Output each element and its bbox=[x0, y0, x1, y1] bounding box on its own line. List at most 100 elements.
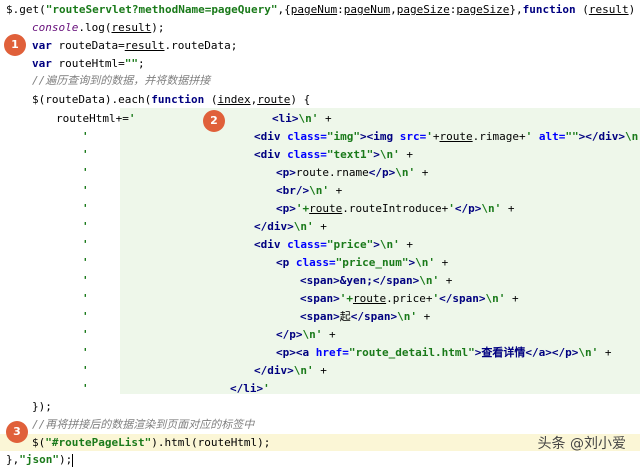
code-line-19-quote: ' bbox=[82, 326, 89, 343]
code-line-21[interactable]: </div>\n' + bbox=[254, 362, 327, 379]
code-line-2[interactable]: console.log(result); bbox=[32, 19, 164, 36]
token: .routeData; bbox=[164, 39, 238, 52]
token: >查看详情</a> bbox=[474, 346, 552, 359]
code-line-7[interactable]: routeHtml+=' bbox=[56, 110, 135, 127]
token: .routeIntroduce+ bbox=[342, 202, 449, 215]
token: .price+ bbox=[386, 292, 433, 305]
token: \n' bbox=[481, 202, 502, 215]
token: function bbox=[151, 93, 205, 106]
code-line-5[interactable]: //遍历查询到的数据，并将数据拼接 bbox=[32, 72, 210, 89]
token: function bbox=[522, 3, 576, 16]
token: route bbox=[309, 202, 343, 215]
code-line-11[interactable]: <br/>\n' + bbox=[276, 182, 342, 199]
token: \n' bbox=[419, 274, 440, 287]
token: ' bbox=[82, 202, 89, 215]
token: class= bbox=[287, 130, 327, 143]
token: \n' bbox=[293, 364, 314, 377]
token: }, bbox=[6, 453, 20, 466]
token: ( bbox=[575, 3, 589, 16]
code-line-10[interactable]: <p>route.rname</p>\n' + bbox=[276, 164, 428, 181]
token: pageSize bbox=[396, 3, 450, 16]
token: "#routePageList" bbox=[45, 436, 152, 449]
token: ' bbox=[82, 220, 89, 233]
token: '+ bbox=[295, 202, 310, 215]
token: class= bbox=[287, 148, 327, 161]
code-line-20[interactable]: <p><a href="route_detail.html">查看详情</a><… bbox=[276, 344, 611, 361]
token: ' bbox=[82, 292, 89, 305]
token: ' bbox=[128, 112, 136, 125]
code-line-3[interactable]: var routeData=result.routeData; bbox=[32, 37, 237, 54]
code-editor[interactable]: $.get("routeServlet?methodName=pageQuery… bbox=[0, 0, 640, 467]
code-line-18[interactable]: <span>起</span>\n' + bbox=[300, 308, 430, 325]
token: \n' bbox=[415, 256, 435, 269]
token: \n' bbox=[485, 292, 506, 305]
token: ' bbox=[82, 256, 89, 269]
token: ' bbox=[426, 130, 433, 143]
code-line-8[interactable]: <div class="img"><img src='+route.rimage… bbox=[254, 128, 640, 145]
token: ' bbox=[82, 130, 89, 143]
token: ) { bbox=[628, 3, 636, 16]
code-line-9-quote: ' bbox=[82, 146, 89, 163]
code-line-15[interactable]: <p class="price_num">\n' + bbox=[276, 254, 448, 271]
code-line-1[interactable]: $.get("routeServlet?methodName=pageQuery… bbox=[6, 1, 640, 18]
code-line-9[interactable]: <div class="text1">\n' + bbox=[254, 146, 413, 163]
code-line-23[interactable]: }); bbox=[32, 398, 52, 415]
token: </div> bbox=[254, 220, 294, 233]
token: src= bbox=[399, 130, 427, 143]
code-line-14-quote: ' bbox=[82, 236, 89, 253]
token: ' bbox=[82, 184, 89, 197]
token: \n' bbox=[293, 220, 314, 233]
token: \n' bbox=[578, 346, 599, 359]
token: \n' bbox=[395, 166, 416, 179]
token: </p> bbox=[454, 202, 482, 215]
step-badge-3: 3 bbox=[6, 421, 28, 443]
token: <a bbox=[295, 346, 316, 359]
token: $.get( bbox=[6, 3, 46, 16]
token: \n' bbox=[379, 238, 400, 251]
code-line-6[interactable]: $(routeData).each(function (index,route)… bbox=[32, 91, 310, 108]
token: "" bbox=[565, 130, 579, 143]
token: <div bbox=[254, 238, 288, 251]
code-line-4[interactable]: var routeHtml=""; bbox=[32, 55, 145, 72]
code-line-24[interactable]: //再将拼接后的数据渲染到页面对应的标签中 bbox=[32, 416, 254, 433]
code-line-7-html[interactable]: <li>\n' + bbox=[272, 110, 332, 127]
code-line-19[interactable]: </p>\n' + bbox=[276, 326, 336, 343]
code-line-17[interactable]: <span>'+route.price+'</span>\n' + bbox=[300, 290, 519, 307]
token: ' bbox=[82, 382, 89, 395]
token: <div bbox=[254, 130, 288, 143]
code-line-22-quote: ' bbox=[82, 380, 89, 397]
token: + bbox=[439, 274, 453, 287]
code-line-13[interactable]: </div>\n' + bbox=[254, 218, 327, 235]
code-line-26[interactable]: },"json"); bbox=[6, 451, 74, 468]
watermark: 头条 @刘小爱 bbox=[537, 436, 626, 452]
token: + bbox=[501, 202, 515, 215]
token: routeData= bbox=[51, 39, 125, 52]
token: + bbox=[416, 310, 431, 323]
token: pageNum bbox=[290, 3, 338, 16]
token: > bbox=[373, 238, 380, 251]
token: class= bbox=[295, 256, 336, 269]
token: }, bbox=[509, 3, 523, 16]
code-line-22[interactable]: </li>' bbox=[230, 380, 270, 397]
token: ) { bbox=[290, 93, 311, 106]
token: ( bbox=[204, 93, 218, 106]
token: ' bbox=[525, 130, 539, 143]
token: ; bbox=[137, 57, 145, 70]
token: "price" bbox=[326, 238, 374, 251]
token: ' bbox=[448, 202, 455, 215]
token: ' bbox=[263, 382, 270, 395]
token: .rimage+ bbox=[472, 130, 526, 143]
token: <p> bbox=[276, 166, 296, 179]
token: + bbox=[598, 346, 612, 359]
token: + bbox=[399, 238, 413, 251]
token: ' bbox=[82, 346, 89, 359]
token: "route_detail.html" bbox=[348, 346, 475, 359]
code-line-14[interactable]: <div class="price">\n' + bbox=[254, 236, 413, 253]
token: <p> bbox=[276, 346, 296, 359]
token: ); bbox=[59, 453, 73, 466]
code-line-16[interactable]: <span>&yen;</span>\n' + bbox=[300, 272, 452, 289]
token: </span> bbox=[350, 310, 398, 323]
code-line-10-quote: ' bbox=[82, 164, 89, 181]
token: ' bbox=[82, 166, 89, 179]
code-line-12[interactable]: <p>'+route.routeIntroduce+'</p>\n' + bbox=[276, 200, 514, 217]
